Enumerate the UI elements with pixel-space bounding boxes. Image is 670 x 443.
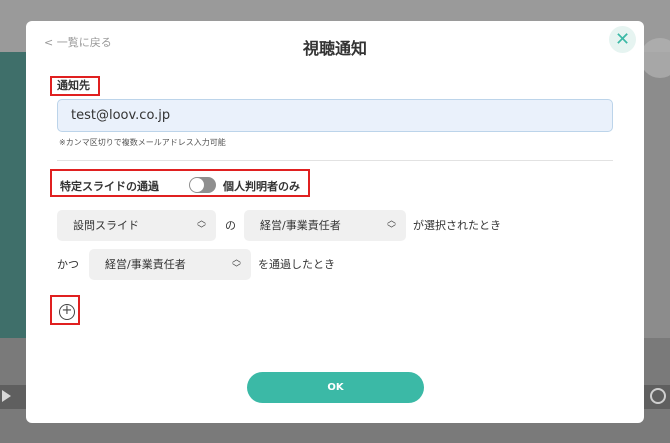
play-icon bbox=[2, 390, 11, 402]
add-condition-button[interactable]: + bbox=[59, 304, 75, 320]
chevron-updown-icon: ︿ ﹀ bbox=[386, 215, 396, 235]
answer-select[interactable]: 経営/事業責任者 ︿ ﹀ bbox=[244, 210, 406, 241]
email-hint: ※カンマ区切りで複数メールアドレス入力可能 bbox=[59, 138, 226, 147]
modal-title: 視聴通知 bbox=[302, 39, 367, 58]
chevron-updown-icon: ︿ ﹀ bbox=[231, 254, 241, 274]
chevron-updown-icon: ︿ ﹀ bbox=[196, 215, 206, 235]
email-input[interactable]: test@loov.co.jp bbox=[57, 99, 613, 132]
filter-toggle-group: 特定スライドの通過 個人判明者のみ bbox=[50, 169, 310, 197]
close-icon: ✕ bbox=[614, 29, 631, 50]
toggle-knob bbox=[190, 178, 204, 192]
filter-label: 特定スライドの通過 bbox=[60, 180, 159, 193]
close-button[interactable]: ✕ bbox=[609, 26, 636, 53]
condition-suffix-2: を通過したとき bbox=[258, 258, 335, 271]
connector-no: の bbox=[225, 219, 236, 232]
slide-select-value: 設問スライド bbox=[73, 219, 139, 232]
plus-icon: + bbox=[61, 303, 73, 318]
fullscreen-icon bbox=[650, 388, 666, 404]
ok-button[interactable]: OK bbox=[247, 372, 424, 403]
slide-select[interactable]: 設問スライド ︿ ﹀ bbox=[57, 210, 216, 241]
answer-select-value: 経営/事業責任者 bbox=[260, 219, 341, 232]
section-divider bbox=[57, 160, 613, 161]
pass-slide-select[interactable]: 経営/事業責任者 ︿ ﹀ bbox=[89, 249, 251, 280]
identified-only-label: 個人判明者のみ bbox=[223, 180, 300, 193]
notification-modal: < 一覧に戻る 視聴通知 ✕ 通知先 test@loov.co.jp ※カンマ区… bbox=[26, 21, 644, 423]
recipient-label: 通知先 bbox=[50, 76, 100, 96]
add-condition-highlight: + bbox=[50, 295, 80, 325]
background-panel bbox=[0, 52, 26, 338]
identified-only-toggle[interactable] bbox=[189, 177, 216, 193]
background-side bbox=[642, 52, 670, 338]
condition-prefix-and: かつ bbox=[57, 258, 79, 271]
condition-suffix-1: が選択されたとき bbox=[413, 219, 501, 232]
pass-slide-select-value: 経営/事業責任者 bbox=[105, 258, 186, 271]
